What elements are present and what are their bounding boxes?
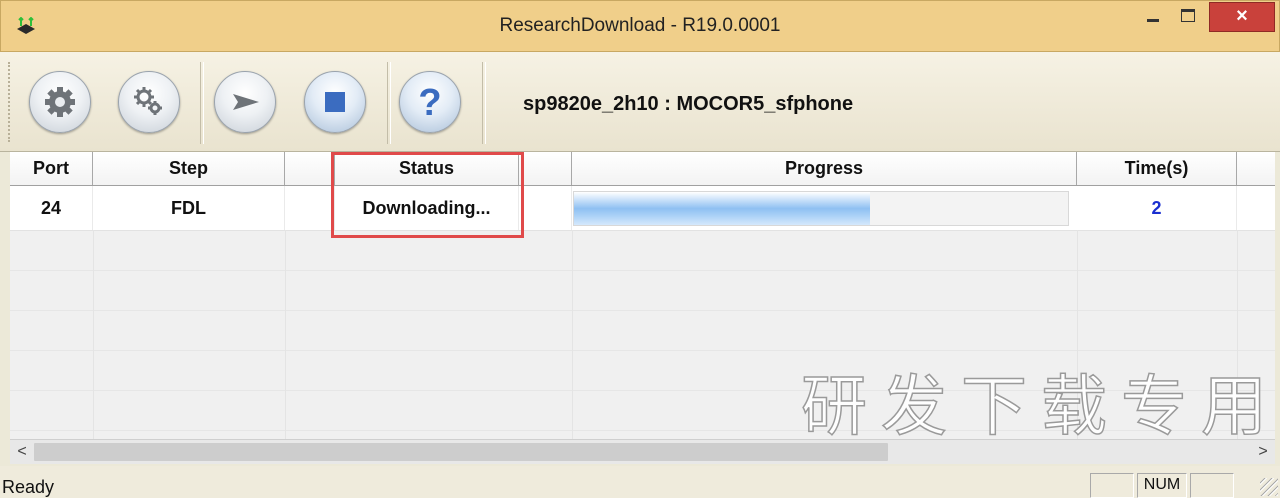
status-text: Ready [2,477,55,497]
num-lock-indicator: NUM [1137,473,1187,498]
column-divider [285,230,286,439]
watermark: 研发下载专用 [800,368,1275,439]
device-label: sp9820e_2h10 : MOCOR5_sfphone [523,93,854,115]
play-icon [233,94,259,110]
column-header-port[interactable]: Port [10,152,93,185]
start-download-button[interactable] [214,71,276,133]
load-packet-button[interactable] [29,71,91,133]
progress-fill [574,192,871,225]
scroll-thumb[interactable] [34,443,888,461]
row-divider [10,270,1275,271]
status-bar: Ready NUM [0,466,1280,498]
column-divider [93,230,94,439]
column-header-blank[interactable] [519,152,572,185]
resize-grip[interactable] [1260,478,1278,496]
question-icon: ? [418,82,441,124]
status-panel [1190,473,1234,498]
port-cell: 24 [10,186,93,230]
stop-icon [325,92,345,112]
toolbar: ? sp9820e_2h10 : MOCOR5_sfphone [0,52,1280,152]
column-header-status[interactable]: Status [335,152,519,185]
toolbar-grip[interactable] [8,62,14,142]
scroll-right-arrow[interactable]: > [1251,440,1275,464]
gears-icon [134,87,162,115]
column-header-progress[interactable]: Progress [572,152,1077,185]
blank-cell [285,186,335,230]
toolbar-separator [387,62,391,144]
window-title: ResearchDownload - R19.0.0001 [499,15,781,36]
minimize-button[interactable] [1136,2,1170,32]
step-cell: FDL [93,186,285,230]
horizontal-scrollbar[interactable]: < > [10,439,1275,464]
progress-bar [573,191,1069,226]
help-button[interactable]: ? [399,71,461,133]
row-divider [10,310,1275,311]
download-grid: Port Step Status Progress Time(s) 24 FDL… [10,152,1275,439]
svg-text:?: ? [418,82,441,124]
toolbar-separator [200,62,204,144]
gear-icon [45,87,75,117]
column-header-step[interactable]: Step [93,152,285,185]
blank-cell [519,186,572,230]
maximize-button[interactable] [1171,2,1205,32]
title-bar: ResearchDownload - R19.0.0001 × [0,0,1280,52]
scroll-left-arrow[interactable]: < [10,440,34,464]
row-divider [10,350,1275,351]
column-divider [572,230,573,439]
close-button[interactable]: × [1209,2,1275,32]
settings-button[interactable] [118,71,180,133]
column-header-blank[interactable] [285,152,335,185]
stop-download-button[interactable] [304,71,366,133]
grid-header: Port Step Status Progress Time(s) [10,152,1275,186]
column-header-time[interactable]: Time(s) [1077,152,1237,185]
toolbar-separator [482,62,486,144]
table-row[interactable]: 24 FDL Downloading... 2 [10,186,1275,231]
column-header-blank[interactable] [1237,152,1275,185]
status-panel [1090,473,1134,498]
status-cell: Downloading... [335,186,519,230]
time-cell: 2 [1077,186,1237,230]
